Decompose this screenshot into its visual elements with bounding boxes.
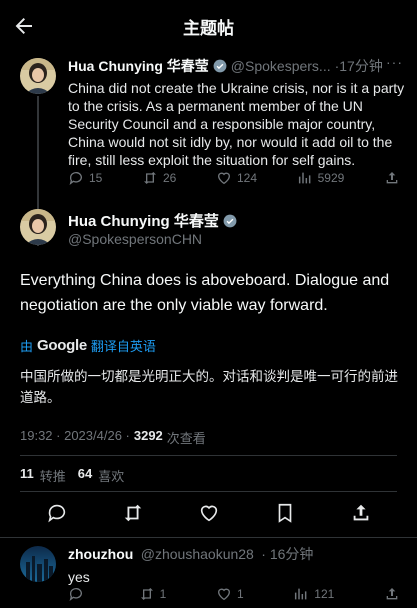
- retweet-icon: [140, 588, 153, 600]
- share-button[interactable]: [384, 170, 400, 186]
- author-name[interactable]: Hua Chunying 华春莹: [68, 56, 209, 76]
- more-options-icon[interactable]: ···: [386, 54, 403, 70]
- translated-text: 中国所做的一切都是光明正大的。对话和谈判是唯一可行的前进道路。: [20, 369, 398, 405]
- reply-button[interactable]: [68, 586, 89, 602]
- translated-by-label: 由: [20, 339, 34, 354]
- heart-icon: [217, 588, 230, 601]
- views-count: 121: [314, 587, 335, 601]
- reply-icon: [69, 172, 82, 185]
- divider: [20, 491, 397, 492]
- reply-icon[interactable]: [46, 502, 68, 524]
- share-icon[interactable]: [350, 502, 372, 524]
- reply-button[interactable]: 15: [68, 170, 102, 186]
- tweet-actions: [46, 502, 372, 524]
- reply-tweet[interactable]: zhouzhou @zhoushaokun28 · 16分钟 yes 1 1 1…: [0, 540, 417, 608]
- like-count: 124: [236, 171, 257, 185]
- retweet-label[interactable]: 转推: [40, 466, 66, 485]
- reply-icon: [69, 588, 82, 601]
- like-button[interactable]: 1: [216, 586, 244, 602]
- like-label[interactable]: 喜欢: [98, 466, 124, 485]
- focused-tweet: Hua Chunying 华春莹 @SpokespersonCHN Everyt…: [0, 202, 417, 523]
- views-icon: [298, 172, 311, 184]
- retweet-button[interactable]: 1: [139, 586, 167, 602]
- share-icon: [386, 588, 398, 600]
- avatar[interactable]: [20, 58, 56, 94]
- reply-count: 15: [89, 171, 103, 185]
- parent-tweet[interactable]: Hua Chunying 华春莹 @Spokespers... ·17分钟 ··…: [0, 52, 417, 246]
- share-icon: [386, 172, 398, 184]
- divider: [0, 537, 417, 538]
- engagement-stats: 11 转推 64 喜欢: [20, 466, 124, 485]
- views-button[interactable]: 5929: [297, 170, 345, 186]
- views-count: 5929: [317, 171, 345, 185]
- author-handle[interactable]: @zhoushaokun28: [141, 546, 254, 562]
- views-button[interactable]: 121: [293, 586, 334, 602]
- retweet-count: 26: [162, 171, 177, 185]
- share-button[interactable]: [384, 586, 400, 602]
- tweet-text: Everything China does is aboveboard. Dia…: [20, 272, 390, 314]
- translate-from-label: 翻译自英语: [90, 339, 156, 354]
- author-handle[interactable]: @SpokespersonCHN: [68, 231, 202, 247]
- tweet-time: ·17分钟: [334, 58, 383, 74]
- tweet-time: · 16分钟: [261, 546, 314, 562]
- author-name[interactable]: zhouzhou: [68, 546, 133, 562]
- avatar[interactable]: [20, 209, 56, 245]
- verified-badge-icon: [213, 59, 227, 73]
- bookmark-icon[interactable]: [274, 502, 296, 524]
- back-arrow-icon[interactable]: [12, 14, 36, 38]
- retweet-button[interactable]: 26: [142, 170, 176, 186]
- retweet-icon[interactable]: [122, 502, 144, 524]
- heart-icon: [217, 172, 230, 185]
- views-label: 次查看: [166, 431, 206, 446]
- verified-badge-icon: [223, 214, 237, 227]
- timestamp[interactable]: 19:32 · 2023/4/26 ·: [20, 428, 130, 447]
- retweet-count: 1: [159, 587, 167, 601]
- top-bar: 主题帖: [0, 0, 417, 52]
- page-title: 主题帖: [183, 18, 234, 38]
- avatar[interactable]: [20, 546, 56, 582]
- author-line: Hua Chunying 华春莹: [68, 210, 237, 231]
- views-count: 3292: [133, 428, 163, 443]
- tweet-actions: 15 26 124 5929: [68, 170, 400, 186]
- author-line: Hua Chunying 华春莹 @Spokespers... ·17分钟: [68, 56, 407, 76]
- tweet-actions: 1 1 121: [68, 586, 400, 602]
- author-handle[interactable]: @Spokespers...: [231, 58, 331, 74]
- like-button[interactable]: 124: [216, 170, 257, 186]
- heart-icon[interactable]: [198, 502, 220, 524]
- translation-attribution[interactable]: 由 Google 翻译自英语: [20, 336, 156, 355]
- tweet-meta: 19:32 · 2023/4/26 · 3292 次查看: [20, 428, 206, 447]
- tweet-text: China did not create the Ukraine crisis,…: [68, 80, 405, 168]
- divider: [20, 455, 397, 456]
- google-logo: Google: [37, 337, 87, 354]
- author-name[interactable]: Hua Chunying 华春莹: [68, 210, 219, 231]
- like-count[interactable]: 64: [78, 466, 92, 485]
- views-icon: [295, 588, 307, 600]
- like-count: 1: [236, 587, 244, 601]
- tweet-text: yes: [68, 569, 90, 585]
- retweet-count[interactable]: 11: [20, 466, 34, 485]
- retweet-icon: [143, 172, 156, 184]
